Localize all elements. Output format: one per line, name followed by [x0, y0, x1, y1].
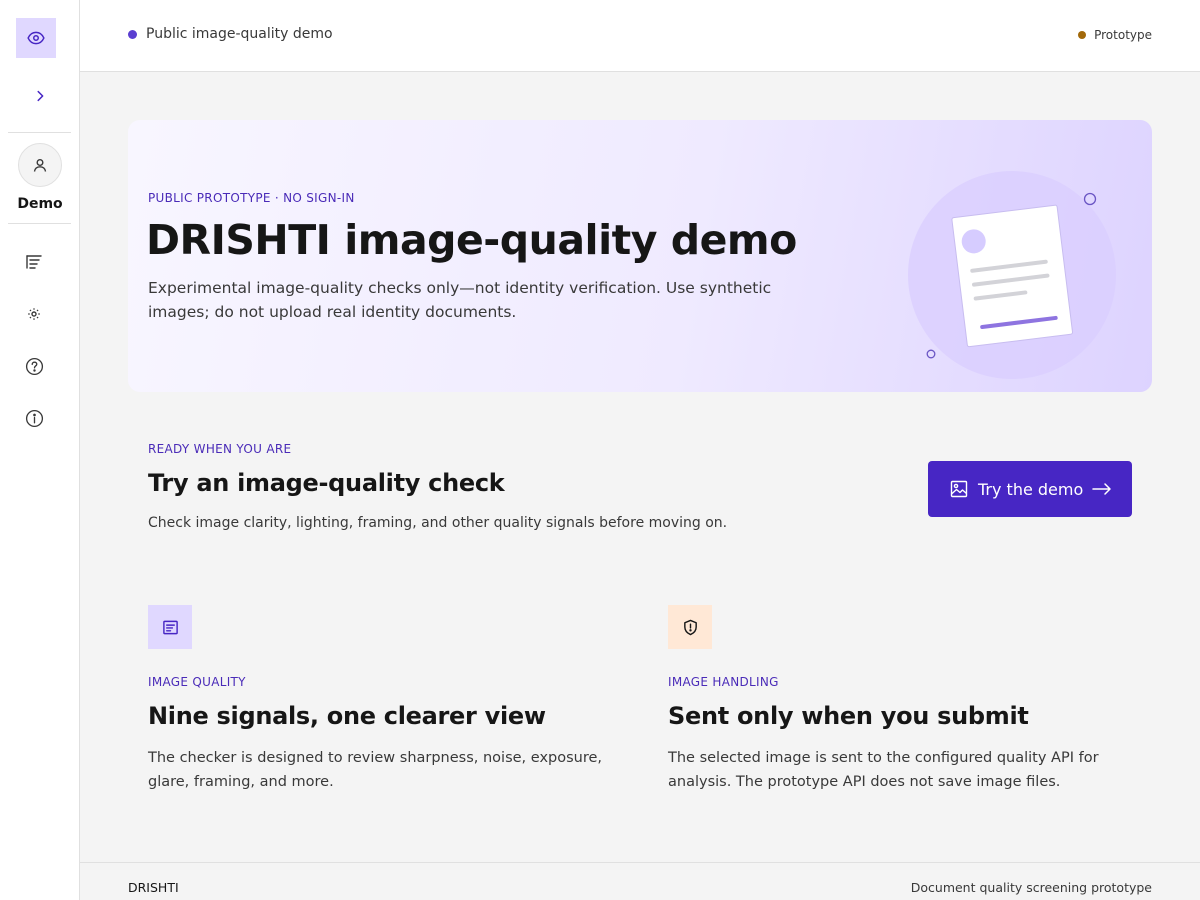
- footer-tagline: Document quality screening prototype: [910, 880, 1152, 895]
- help-icon: [25, 357, 43, 375]
- user-icon: [33, 159, 47, 172]
- hero-eyebrow: PUBLIC PROTOTYPE · NO SIGN-IN: [148, 191, 355, 205]
- feature-title: Nine signals, one clearer view: [148, 702, 546, 730]
- prototype-badge: Prototype: [1078, 28, 1152, 42]
- page-title: DRISHTI image-quality demo: [146, 216, 797, 264]
- sidebar-item-help[interactable]: [20, 352, 48, 380]
- list-icon: [26, 255, 42, 269]
- try-demo-label: Try the demo: [978, 479, 1084, 499]
- sidebar-item-info[interactable]: [20, 404, 48, 432]
- quality-report-icon: [162, 620, 178, 634]
- try-demo-button[interactable]: Try the demo: [928, 461, 1132, 517]
- prototype-badge-label: Prototype: [1094, 28, 1152, 42]
- feature-image-handling: IMAGE HANDLING Sent only when you submit…: [668, 605, 1138, 790]
- feature-eyebrow: IMAGE HANDLING: [668, 675, 779, 689]
- user-label: Demo: [17, 196, 63, 212]
- hero-banner: PUBLIC PROTOTYPE · NO SIGN-IN DRISHTI im…: [128, 120, 1152, 392]
- sidebar: Demo: [0, 0, 80, 900]
- document-illustration: [908, 171, 1116, 379]
- user-avatar[interactable]: [18, 143, 62, 187]
- feature-icon-tile: [148, 605, 192, 649]
- sidebar-divider: [8, 132, 71, 133]
- hero-description: Experimental image-quality checks only—n…: [148, 279, 772, 321]
- sidebar-item-list[interactable]: [20, 248, 48, 276]
- chevron-right-icon: [37, 90, 44, 102]
- feature-icon-tile: [668, 605, 712, 649]
- eye-icon: [27, 31, 45, 45]
- footer-brand: DRISHTI: [128, 880, 179, 895]
- expand-sidebar-button[interactable]: [20, 82, 60, 110]
- image-icon: [950, 480, 968, 498]
- feature-eyebrow: IMAGE QUALITY: [148, 675, 246, 689]
- feature-title: Sent only when you submit: [668, 702, 1029, 730]
- settings-icon: [28, 308, 40, 320]
- footer: DRISHTI Document quality screening proto…: [80, 862, 1200, 900]
- shield-alert-icon: [683, 619, 697, 635]
- page-status: Public image-quality demo: [128, 26, 333, 42]
- arrow-right-icon: [1092, 483, 1111, 495]
- sidebar-item-settings[interactable]: [20, 300, 48, 328]
- cta-description: Check image clarity, lighting, framing, …: [148, 515, 728, 531]
- top-bar: Public image-quality demo Prototype: [80, 0, 1200, 72]
- feature-image-quality: IMAGE QUALITY Nine signals, one clearer …: [148, 605, 618, 790]
- top-bar-title: Public image-quality demo: [146, 26, 333, 42]
- feature-description: The selected image is sent to the config…: [668, 750, 1099, 790]
- prototype-dot: [1078, 31, 1087, 39]
- info-icon: [25, 409, 43, 427]
- sidebar-divider: [8, 223, 71, 224]
- home-button[interactable]: [16, 18, 56, 58]
- feature-description: The checker is designed to review sharpn…: [148, 750, 603, 790]
- status-dot: [128, 29, 137, 39]
- cta-title: Try an image-quality check: [148, 469, 505, 497]
- cta-eyebrow: READY WHEN YOU ARE: [148, 442, 292, 456]
